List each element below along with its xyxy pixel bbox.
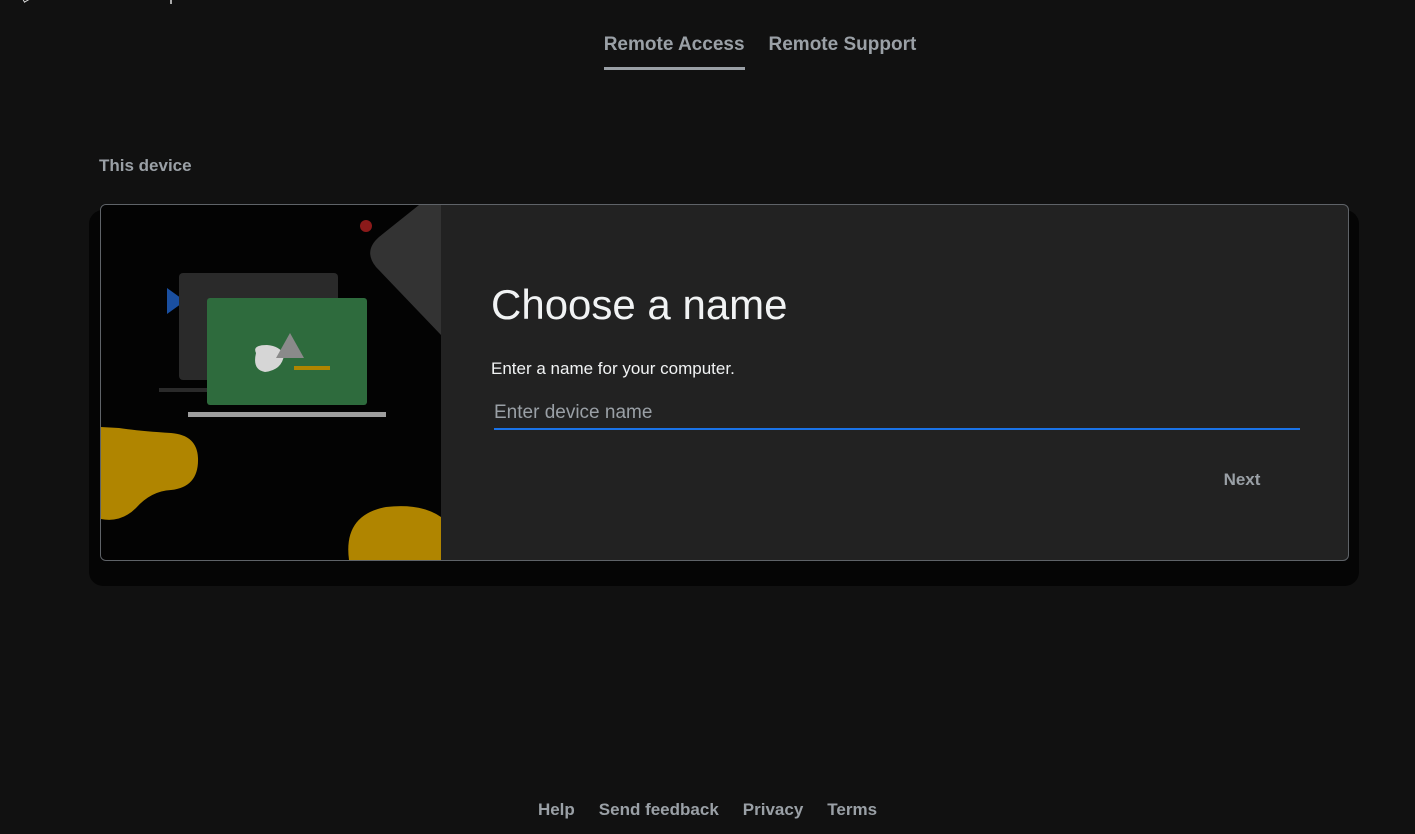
remote-desktop-illustration-icon (101, 205, 441, 560)
footer-link-terms[interactable]: Terms (827, 800, 877, 820)
tab-remote-access[interactable]: Remote Access (603, 30, 745, 70)
cursor-fragment-icon (20, 0, 33, 3)
device-name-input[interactable] (494, 398, 1300, 430)
footer-link-send-feedback[interactable]: Send feedback (599, 800, 719, 820)
setup-form: Choose a name Enter a name for your comp… (491, 205, 1311, 560)
window-title-fragment (20, 0, 200, 6)
section-label-this-device: This device (99, 156, 192, 175)
title-fragment-stroke (170, 0, 172, 4)
device-illustration (101, 205, 441, 560)
footer-links: Help Send feedback Privacy Terms (0, 800, 1415, 820)
setup-card: Choose a name Enter a name for your comp… (100, 204, 1349, 561)
tab-remote-support[interactable]: Remote Support (769, 30, 917, 70)
instruction-text: Enter a name for your computer. (491, 359, 735, 378)
next-button[interactable]: Next (1201, 461, 1283, 499)
footer-link-privacy[interactable]: Privacy (743, 800, 804, 820)
top-tabs: Remote Access Remote Support (0, 30, 1415, 70)
footer-link-help[interactable]: Help (538, 800, 575, 820)
page-title: Choose a name (491, 281, 788, 328)
